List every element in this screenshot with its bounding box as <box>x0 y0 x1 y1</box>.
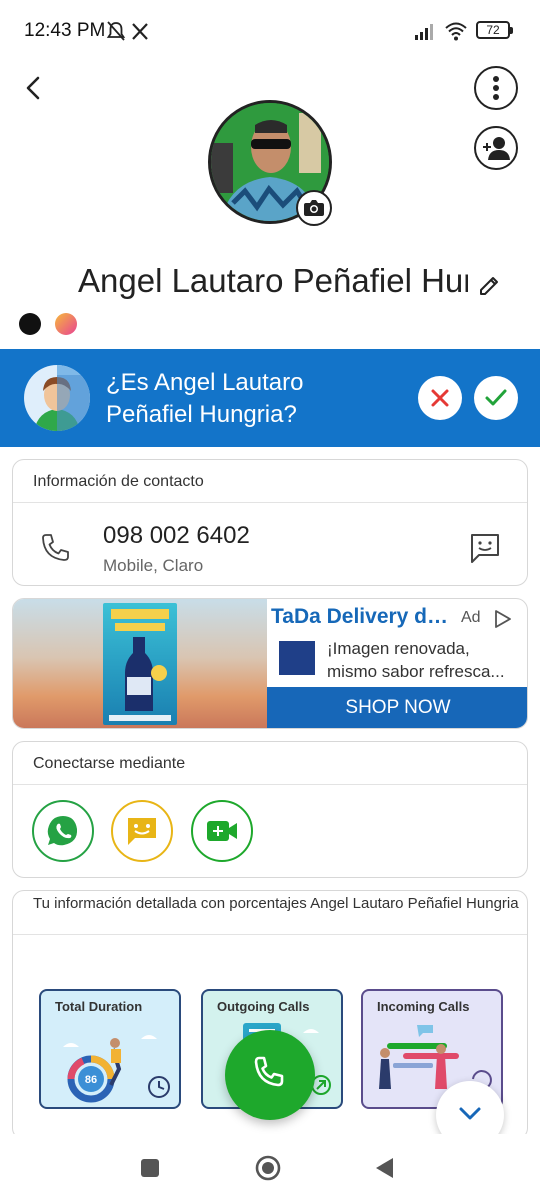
contact-info-header: Información de contacto <box>13 460 527 503</box>
contact-info-card: Información de contacto 098 002 6402 Mob… <box>12 459 528 586</box>
stat-title: Incoming Calls <box>377 999 470 1014</box>
ad-label: Ad <box>461 609 481 626</box>
notifications-muted-icon <box>106 21 126 41</box>
ad-brand-thumbnail <box>279 641 315 675</box>
stat-title: Total Duration <box>55 999 143 1014</box>
battery-indicator: 72 <box>476 21 513 39</box>
phone-number[interactable]: 098 002 6402 <box>103 522 250 550</box>
ad-title[interactable]: TaDa Delivery de... <box>271 605 455 629</box>
ad-image[interactable] <box>13 599 267 728</box>
whatsapp-button[interactable] <box>32 800 94 862</box>
connect-card: Conectarse mediante <box>12 741 528 878</box>
duration-illustration: 86 <box>63 1035 170 1103</box>
system-navigation-bar <box>0 1134 540 1200</box>
person-avatar-icon <box>24 365 90 431</box>
x-app-icon <box>132 23 148 40</box>
add-contact-button[interactable] <box>474 126 518 170</box>
phone-type: Mobile, Claro <box>103 556 204 575</box>
ad-card[interactable]: TaDa Delivery de... Ad ¡Imagen renovada,… <box>12 598 528 729</box>
identity-confirm-banner: ¿Es Angel Lautaro Peñafiel Hungria? <box>0 349 540 447</box>
camera-icon <box>304 200 324 216</box>
status-time: 12:43 PM <box>24 20 106 41</box>
identity-question: ¿Es Angel Lautaro Peñafiel Hungria? <box>106 369 304 428</box>
adchoices-icon[interactable] <box>491 608 515 630</box>
person-illustration <box>34 365 90 431</box>
theme-color-gradient[interactable] <box>55 313 77 335</box>
chat-bubble-icon <box>128 818 156 845</box>
stat-title: Outgoing Calls <box>217 999 310 1014</box>
message-icon[interactable] <box>467 530 503 566</box>
edit-pencil-icon[interactable] <box>476 274 502 300</box>
add-person-icon <box>483 137 510 160</box>
battery-level: 72 <box>486 23 500 37</box>
more-vert-icon <box>493 76 499 100</box>
phone-icon[interactable] <box>37 530 73 566</box>
ad-poster <box>103 603 177 725</box>
duration-percent: 86 <box>85 1074 97 1086</box>
shop-now-button[interactable]: SHOP NOW <box>267 687 527 728</box>
recents-square-icon[interactable] <box>138 1156 162 1180</box>
close-icon <box>431 389 449 407</box>
phone-call-icon <box>254 1056 284 1087</box>
check-icon <box>485 389 507 406</box>
connect-header: Conectarse mediante <box>13 742 527 785</box>
contact-name: Angel Lautaro Peñafiel Hungria <box>78 262 468 299</box>
status-bar: 12:43 PM 72 <box>0 0 540 60</box>
video-call-button[interactable] <box>191 800 253 862</box>
sms-button[interactable] <box>111 800 173 862</box>
call-fab-button[interactable] <box>225 1030 315 1120</box>
stats-header: Tu información detallada con porcentajes… <box>13 891 527 935</box>
wifi-icon <box>445 22 467 41</box>
signal-icon <box>415 24 433 40</box>
whatsapp-icon <box>47 816 78 846</box>
reject-button[interactable] <box>418 376 462 420</box>
stat-card-total-duration[interactable]: Total Duration 86 <box>39 989 181 1109</box>
beer-bottle-image <box>109 609 171 721</box>
theme-color-black[interactable] <box>19 313 41 335</box>
change-photo-button[interactable] <box>296 190 332 226</box>
confirm-button[interactable] <box>474 376 518 420</box>
back-arrow-icon[interactable] <box>16 70 52 106</box>
more-options-button[interactable] <box>474 66 518 110</box>
video-camera-icon <box>207 821 237 841</box>
back-triangle-icon[interactable] <box>372 1155 398 1181</box>
home-circle-icon[interactable] <box>254 1154 282 1182</box>
ad-body: ¡Imagen renovada, mismo sabor refresca..… <box>327 639 505 681</box>
